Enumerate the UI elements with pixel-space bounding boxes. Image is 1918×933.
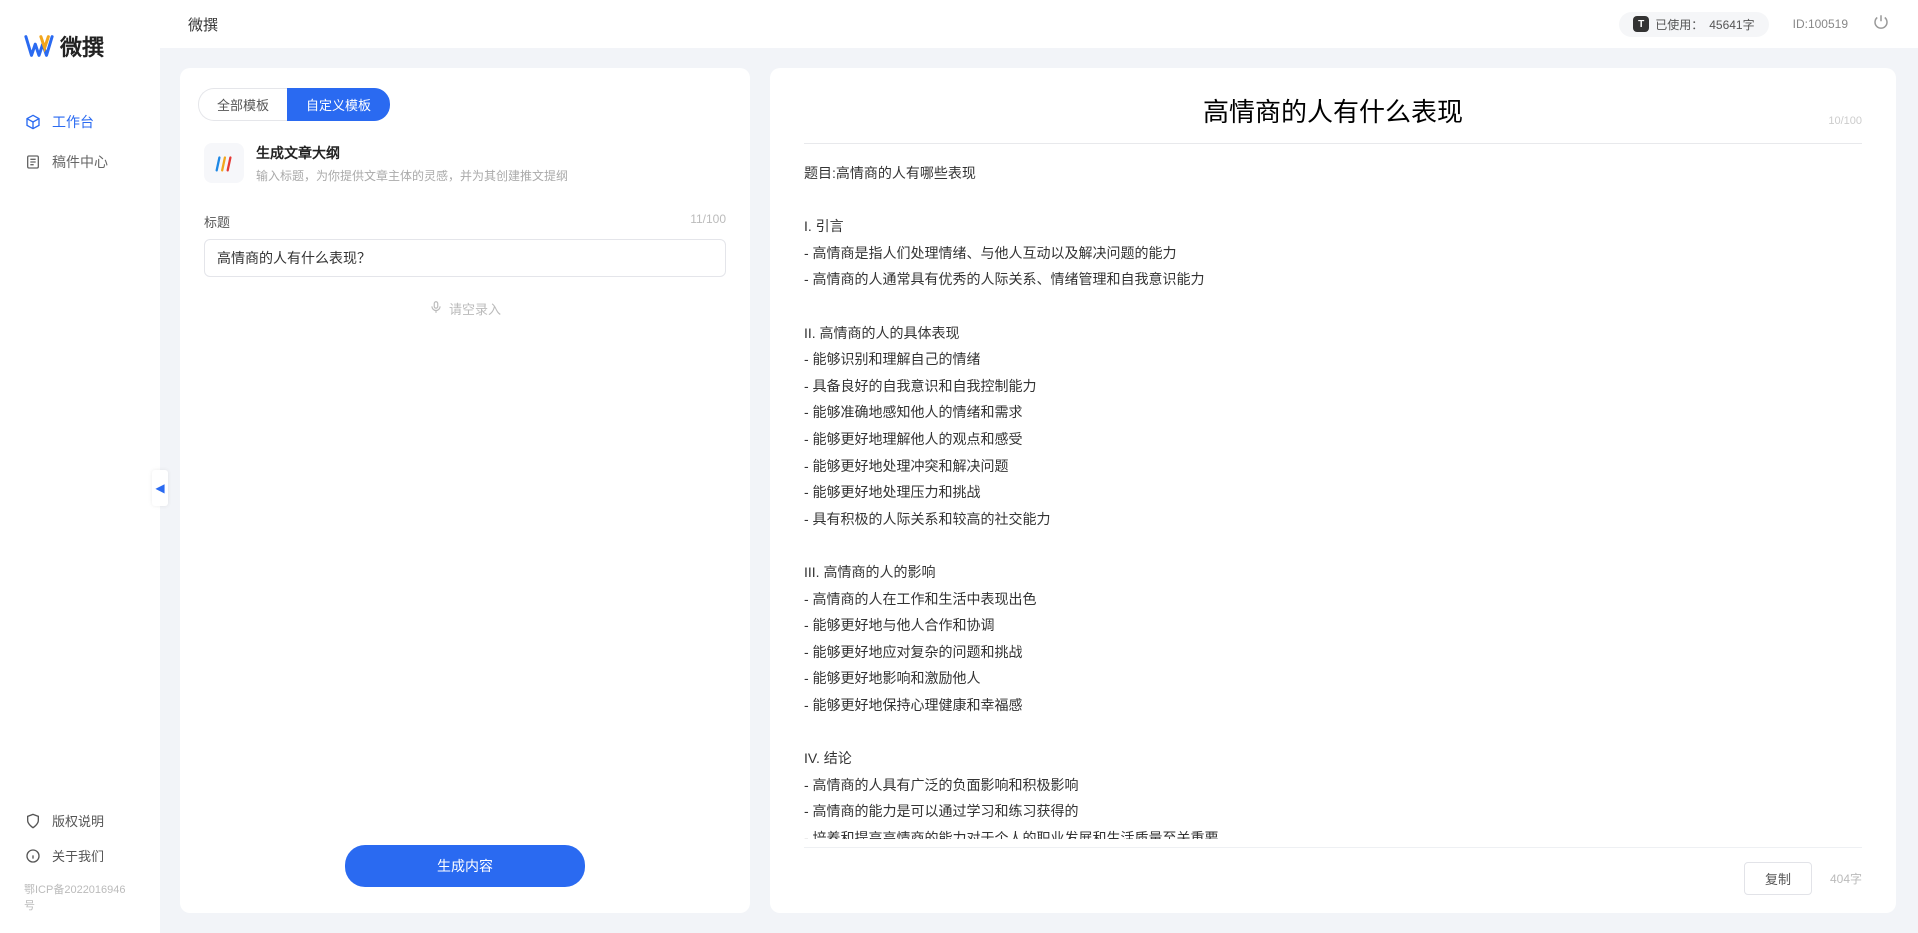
title-input[interactable]	[204, 239, 726, 277]
app-root: 微撰 工作台 稿件中心 版权说明	[0, 0, 1918, 933]
sidebar-collapse-handle[interactable]: ◀	[152, 470, 168, 506]
topbar-right: T 已使用： 45641字 ID:100519	[1619, 12, 1890, 37]
workarea: 全部模板 自定义模板 生成文章大纲 输入标题，为你提供文章主体的灵感，并为其创建…	[160, 48, 1918, 933]
sidebar-item-label: 工作台	[52, 112, 94, 132]
template-tabs: 全部模板 自定义模板	[180, 68, 750, 135]
template-card: 生成文章大纲 输入标题，为你提供文章主体的灵感，并为其创建推文提纲	[180, 135, 750, 202]
info-icon	[24, 847, 42, 865]
voice-input-row[interactable]: 请空录入	[204, 299, 726, 318]
topbar: 微撰 T 已使用： 45641字 ID:100519	[160, 0, 1918, 48]
sidebar-item-about[interactable]: 关于我们	[0, 838, 160, 873]
sidebar-item-workbench[interactable]: 工作台	[0, 102, 160, 142]
icp-text: 鄂ICP备2022016946号	[0, 873, 160, 913]
sidebar-nav: 工作台 稿件中心	[0, 102, 160, 803]
output-panel: 高情商的人有什么表现 10/100 题目:高情商的人有哪些表现 I. 引言 - …	[770, 68, 1896, 913]
tab-all-templates[interactable]: 全部模板	[198, 88, 287, 121]
sidebar-item-label: 关于我们	[52, 846, 104, 865]
usage-label: 已使用：	[1655, 16, 1703, 33]
chevron-left-icon: ◀	[155, 481, 164, 495]
document-icon	[24, 153, 42, 171]
power-button[interactable]	[1872, 13, 1890, 36]
sidebar: 微撰 工作台 稿件中心 版权说明	[0, 0, 160, 933]
divider	[804, 143, 1862, 144]
page-title: 微撰	[188, 14, 218, 35]
template-icon	[204, 143, 244, 183]
logo-icon	[24, 31, 54, 61]
usage-badge-icon: T	[1633, 16, 1649, 32]
sidebar-item-label: 版权说明	[52, 811, 104, 830]
cube-icon	[24, 113, 42, 131]
output-word-count: 404字	[1830, 870, 1862, 887]
logo-text: 微撰	[60, 30, 104, 62]
usage-value: 45641字	[1709, 16, 1754, 33]
output-title: 高情商的人有什么表现	[804, 92, 1862, 129]
sidebar-item-drafts[interactable]: 稿件中心	[0, 142, 160, 182]
user-id: ID:100519	[1793, 17, 1848, 31]
generate-footer: 生成内容	[180, 823, 750, 913]
main-area: 微撰 T 已使用： 45641字 ID:100519 全部模板 自定义模板	[160, 0, 1918, 933]
field-char-count: 11/100	[690, 212, 726, 231]
shield-icon	[24, 812, 42, 830]
tab-custom-templates[interactable]: 自定义模板	[287, 88, 390, 121]
output-title-counter: 10/100	[1828, 115, 1862, 127]
field-label: 标题	[204, 212, 230, 231]
sidebar-item-label: 稿件中心	[52, 152, 108, 172]
sidebar-bottom: 版权说明 关于我们 鄂ICP备2022016946号	[0, 803, 160, 913]
copy-button[interactable]: 复制	[1744, 862, 1812, 895]
template-title: 生成文章大纲	[256, 143, 568, 163]
output-title-row: 高情商的人有什么表现 10/100	[804, 92, 1862, 129]
voice-hint: 请空录入	[449, 299, 501, 318]
logo[interactable]: 微撰	[0, 30, 160, 102]
microphone-icon	[429, 300, 443, 317]
template-desc: 输入标题，为你提供文章主体的灵感，并为其创建推文提纲	[256, 167, 568, 184]
output-footer: 复制 404字	[804, 847, 1862, 895]
title-field-block: 标题 11/100 请空录入	[180, 202, 750, 318]
usage-pill[interactable]: T 已使用： 45641字	[1619, 12, 1768, 37]
left-panel: 全部模板 自定义模板 生成文章大纲 输入标题，为你提供文章主体的灵感，并为其创建…	[180, 68, 750, 913]
sidebar-item-copyright[interactable]: 版权说明	[0, 803, 160, 838]
output-body[interactable]: 题目:高情商的人有哪些表现 I. 引言 - 高情商是指人们处理情绪、与他人互动以…	[804, 160, 1862, 839]
generate-button[interactable]: 生成内容	[345, 845, 585, 887]
